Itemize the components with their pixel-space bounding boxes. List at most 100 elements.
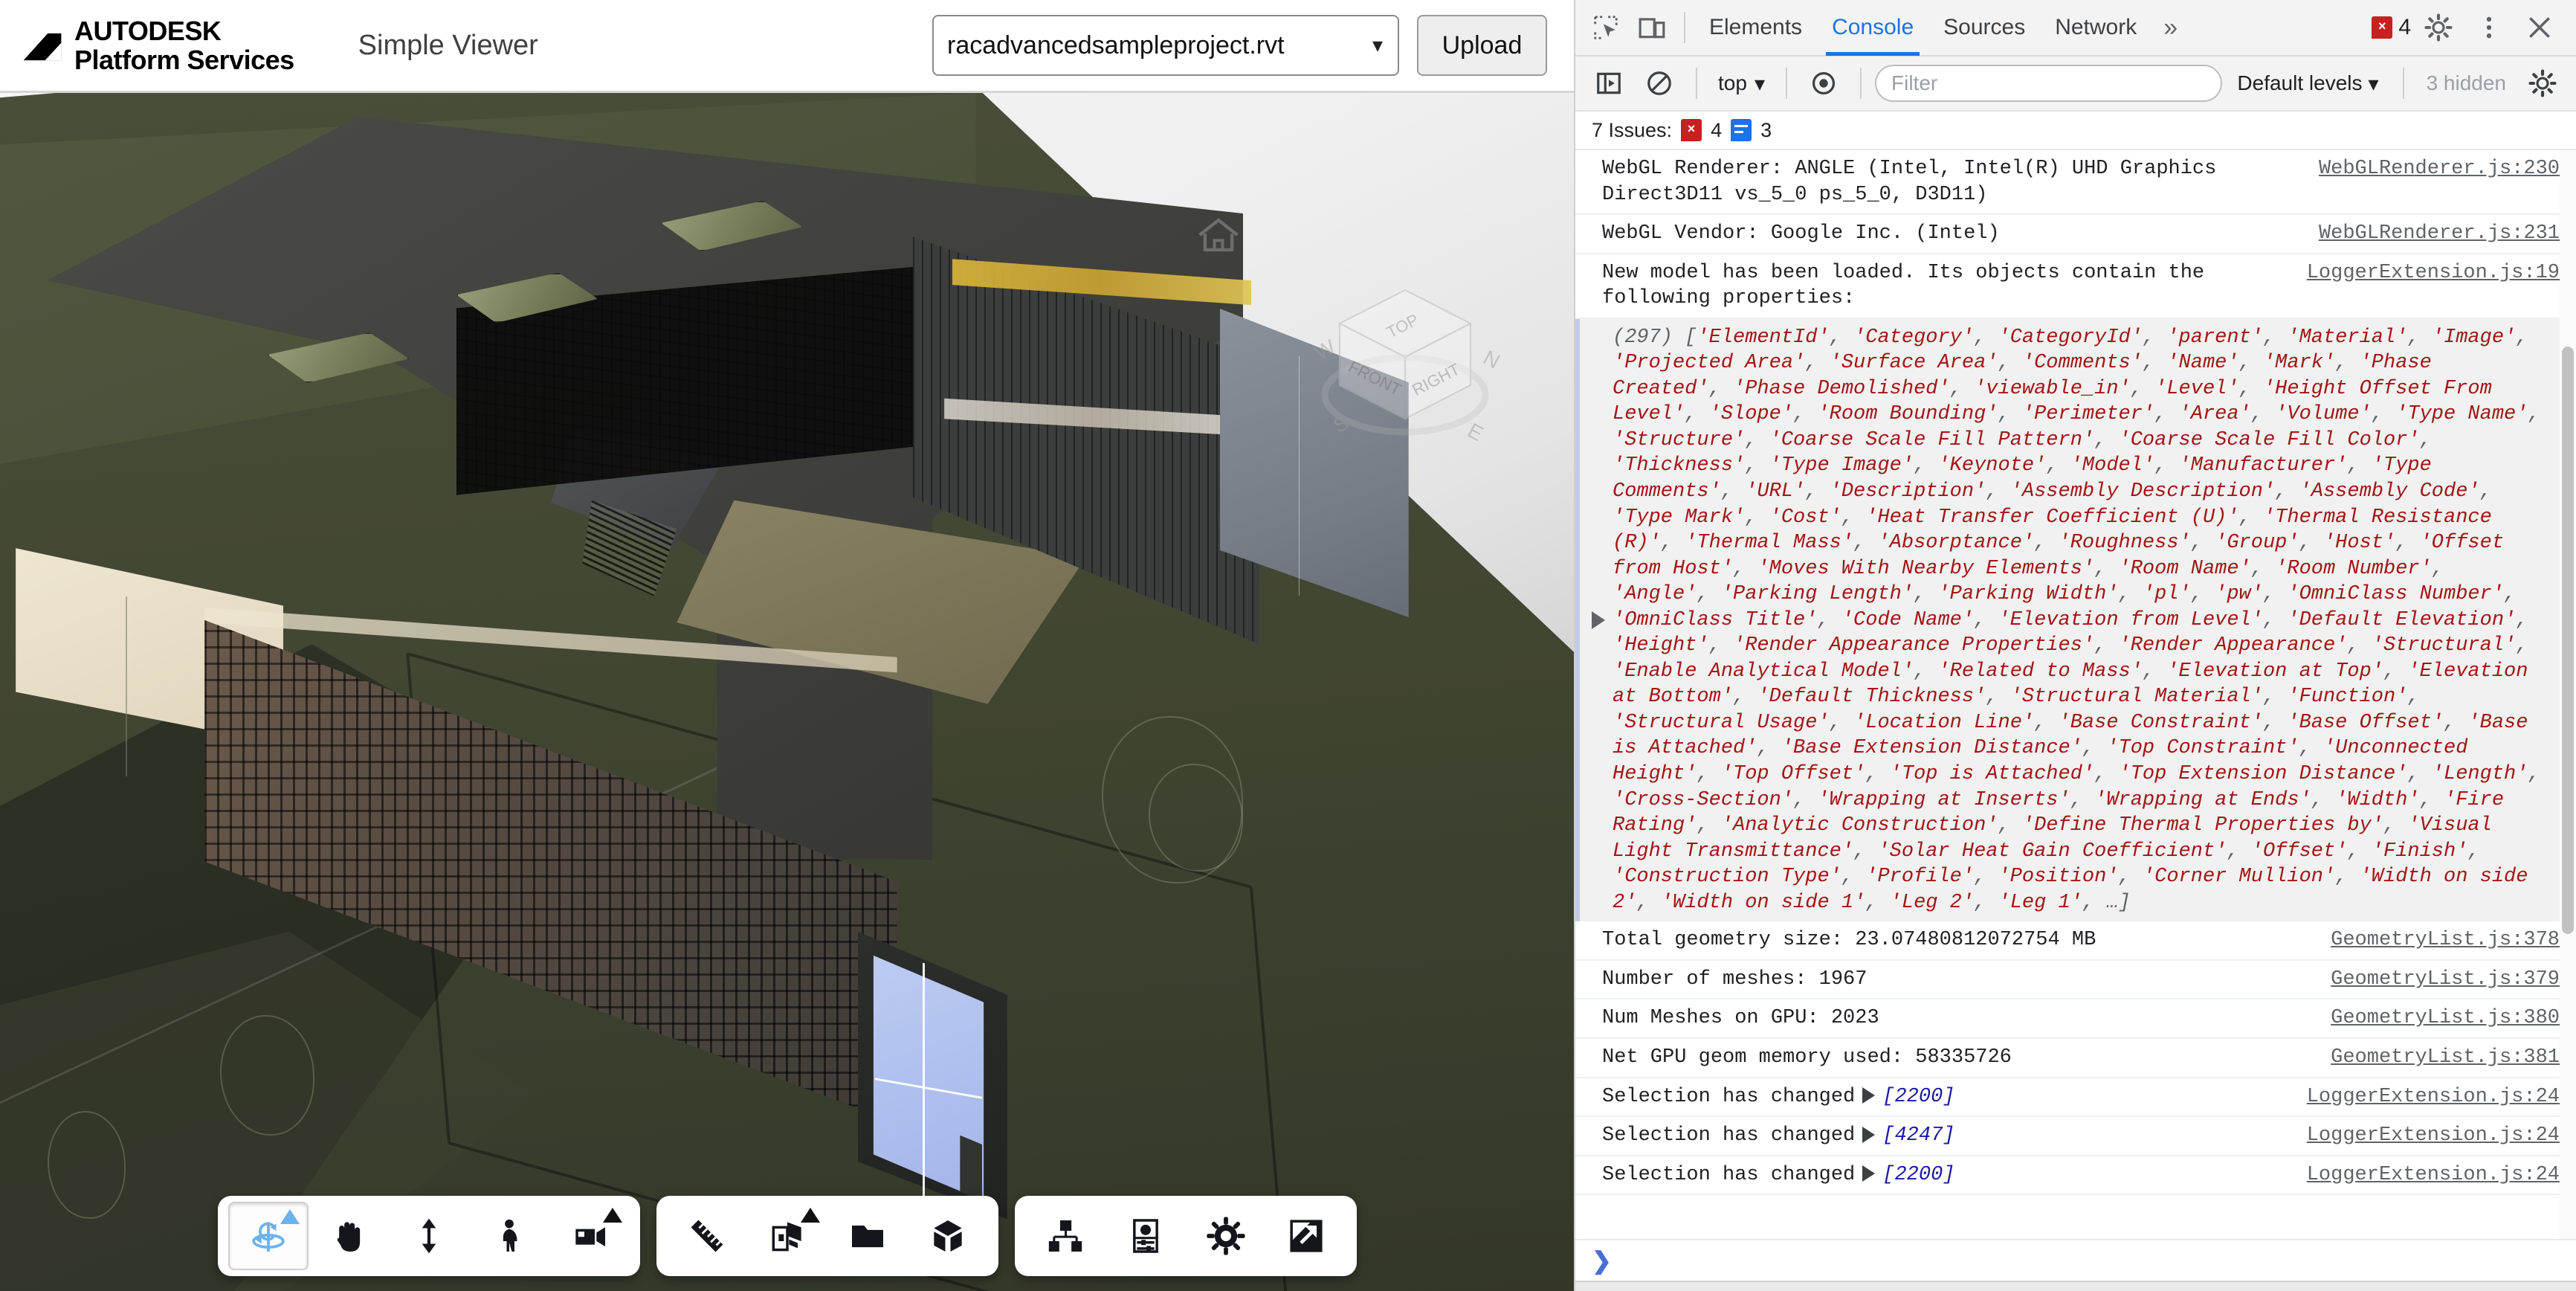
selection-array-value[interactable]: [4247] (1882, 1124, 1954, 1147)
array-separator: , (1853, 840, 1878, 863)
array-separator: , (2034, 711, 2059, 734)
entry-door[interactable] (960, 1135, 982, 1202)
array-item: 'pw' (2215, 583, 2263, 606)
settings-button[interactable] (1186, 1202, 1266, 1270)
properties-panel-button[interactable] (1105, 1202, 1186, 1270)
array-separator: , (2516, 326, 2540, 349)
measure-tool-button[interactable] (667, 1202, 747, 1270)
view-cube[interactable]: W N S E TOP FRONT RIGHT (1294, 249, 1517, 457)
settings-gear-icon[interactable] (2415, 6, 2462, 49)
devtools-tabbar-actions: × 4 (2372, 6, 2569, 49)
array-separator: , (2275, 480, 2299, 503)
console-scrollbar-thumb[interactable] (2562, 346, 2574, 935)
tab-console[interactable]: Console (1817, 0, 1928, 56)
expand-triangle-icon[interactable] (1862, 1126, 1876, 1143)
array-item: 'Top Offset' (1720, 763, 1866, 786)
section-tool-button[interactable] (747, 1202, 827, 1270)
site-tree (220, 1015, 315, 1136)
zoom-tool-button[interactable] (389, 1202, 469, 1270)
array-item: 'parent' (2166, 326, 2263, 349)
tab-elements[interactable]: Elements (1694, 0, 1817, 56)
more-tabs-icon[interactable]: » (2151, 13, 2189, 42)
close-devtools-icon[interactable] (2517, 6, 2563, 49)
pan-tool-button[interactable] (309, 1202, 389, 1270)
array-item: 'Moves With Nearby Elements' (1757, 557, 2095, 580)
tab-sources[interactable]: Sources (1928, 0, 2040, 56)
orbit-tool-button[interactable] (227, 1202, 309, 1270)
expand-triangle-icon[interactable] (1862, 1165, 1876, 1182)
upload-button[interactable]: Upload (1417, 15, 1547, 76)
array-item: 'Default Elevation' (2287, 608, 2517, 631)
array-item: 'Slope' (1708, 403, 1794, 426)
array-separator: , (2094, 428, 2119, 451)
log-source-link[interactable]: WebGLRenderer.js:231 (2319, 221, 2560, 247)
log-levels-select[interactable]: Default levels ▾ (2227, 71, 2389, 96)
array-separator: , (2118, 866, 2143, 889)
console-message-list[interactable]: WebGL Renderer: ANGLE (Intel, Intel(R) U… (1575, 150, 2576, 1239)
toolbar-group-modeling (656, 1196, 998, 1276)
filter-input[interactable] (1875, 65, 2223, 102)
console-sidebar-icon[interactable] (1586, 62, 1632, 105)
error-count-badge[interactable]: × 4 (2372, 15, 2411, 40)
array-separator: , (1974, 891, 1998, 914)
first-person-tool-button[interactable] (469, 1202, 549, 1270)
console-log-row: WebGL Vendor: Google Inc. (Intel) WebGLRe… (1575, 215, 2576, 254)
selection-array-value[interactable]: [2200] (1882, 1164, 1954, 1186)
array-item: 'Height' (1613, 634, 1709, 657)
inspect-element-icon[interactable] (1583, 6, 1629, 49)
compass-n-label: N (1479, 346, 1503, 373)
console-prompt[interactable]: ❯ (1575, 1239, 2576, 1281)
log-source-link[interactable]: GeometryList.js:381 (2331, 1045, 2560, 1071)
log-source-link[interactable]: GeometryList.js:379 (2331, 967, 2560, 993)
issues-summary-bar[interactable]: 7 Issues: × 4 3 (1575, 112, 2576, 150)
model-structure-button[interactable] (908, 1202, 988, 1270)
log-source-link[interactable]: LoggerExtension.js:24 (2307, 1084, 2560, 1110)
array-separator: , (2154, 403, 2179, 426)
array-separator: , (2142, 326, 2167, 349)
array-separator: , (1829, 326, 1854, 349)
array-item: 'Profile' (1865, 866, 1975, 889)
array-item: 'Code Name' (1841, 608, 1975, 631)
console-scrollbar[interactable] (2560, 150, 2576, 1239)
more-options-icon[interactable] (2466, 6, 2512, 49)
app-header: AUTODESK Platform Services Simple Viewer… (0, 0, 1574, 93)
array-item: 'Mark' (2262, 352, 2336, 375)
viewer-3d-canvas[interactable]: W N S E TOP FRONT RIGHT (0, 93, 1574, 1291)
log-source-link[interactable]: LoggerExtension.js:19 (2307, 260, 2560, 286)
log-source-link[interactable]: LoggerExtension.js:24 (2307, 1162, 2560, 1188)
model-tree-button[interactable] (1025, 1202, 1105, 1270)
sidebar-toggle-glyph (1597, 72, 1621, 94)
camera-interactions-button[interactable] (549, 1202, 630, 1270)
array-separator: , (1697, 583, 1721, 606)
tab-network[interactable]: Network (2040, 0, 2151, 56)
device-toolbar-icon[interactable] (1629, 6, 1675, 49)
array-separator: , (2528, 763, 2552, 786)
array-separator: , (2250, 403, 2276, 426)
array-item: 'Top is Attached' (1889, 763, 2095, 786)
console-log-row: Selection has changed [2200] LoggerExtensi… (1575, 1156, 2576, 1196)
autodesk-brand: AUTODESK Platform Services (21, 17, 294, 74)
hidden-messages-label[interactable]: 3 hidden (2418, 71, 2515, 95)
selection-array-value[interactable]: [2200] (1882, 1086, 1954, 1108)
array-separator: , (2070, 788, 2095, 811)
fullscreen-button[interactable] (1266, 1202, 1346, 1270)
console-log-message: New model has been loaded. Its objects c… (1602, 261, 2217, 310)
console-log-row: New model has been loaded. Its objects c… (1575, 254, 2576, 319)
console-settings-icon[interactable] (2519, 62, 2566, 105)
array-separator: , (2299, 737, 2323, 760)
array-item: 'Solar Heat Gain Coefficient' (1877, 840, 2227, 863)
array-separator: , (1708, 634, 1734, 657)
log-source-link[interactable]: LoggerExtension.js:24 (2307, 1123, 2560, 1149)
log-source-link[interactable]: WebGLRenderer.js:230 (2319, 156, 2560, 182)
home-view-icon[interactable] (1197, 216, 1240, 254)
array-separator: , (1914, 660, 1938, 683)
expand-triangle-icon[interactable] (1862, 1087, 1876, 1104)
execution-context-select[interactable]: top ▾ (1711, 71, 1772, 96)
explode-tool-button[interactable] (827, 1202, 908, 1270)
live-expression-icon[interactable] (1801, 62, 1847, 105)
log-source-link[interactable]: GeometryList.js:378 (2331, 927, 2560, 953)
model-select[interactable]: racadvancedsampleproject.rvt (932, 15, 1399, 76)
clear-console-icon[interactable] (1636, 62, 1682, 105)
expand-triangle-icon[interactable] (1592, 611, 1605, 630)
log-source-link[interactable]: GeometryList.js:380 (2331, 1005, 2560, 1031)
